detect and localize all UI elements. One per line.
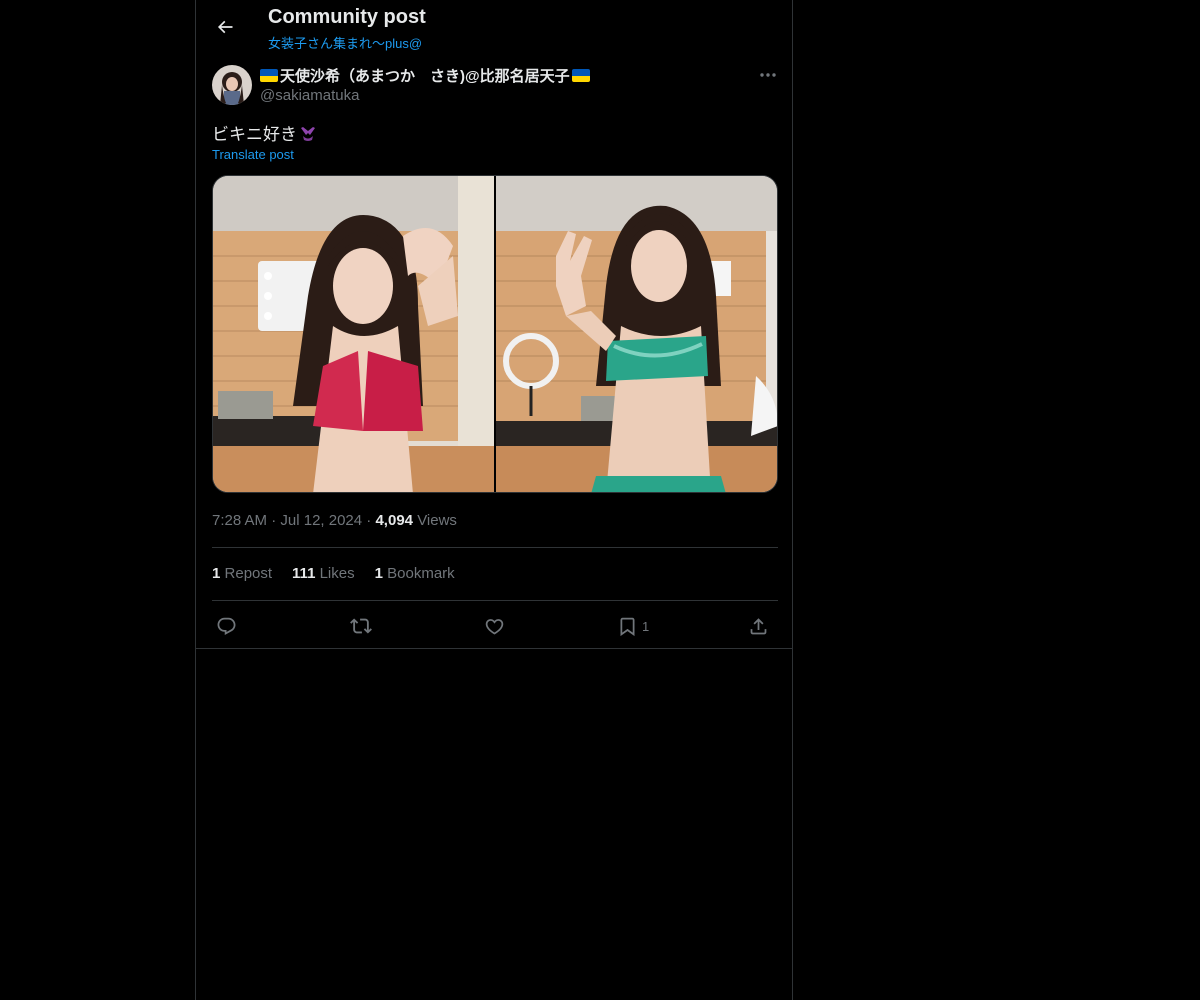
repost-button[interactable] xyxy=(350,612,372,640)
bikini-emoji-icon xyxy=(301,126,315,141)
translate-post-link[interactable]: Translate post xyxy=(212,147,294,162)
reposts-count: 1 xyxy=(212,565,221,582)
bookmarks-stat[interactable]: 1 Bookmark xyxy=(375,565,455,582)
views-label: Views xyxy=(417,512,457,529)
reposts-label: Repost xyxy=(224,565,273,582)
heart-icon xyxy=(485,618,504,635)
engagement-stats: 1 Repost 111 Likes 1 Bookmark xyxy=(212,565,455,582)
main-column: Community post 女装子さん集まれ〜plus@ 天使沙希（あまつか … xyxy=(195,0,793,1000)
action-bar: 1 xyxy=(212,612,778,640)
avatar[interactable] xyxy=(212,65,252,105)
separator: · xyxy=(366,512,372,529)
views-count: 4,094 xyxy=(375,512,414,529)
post-timestamp: 7:28 AM · Jul 12, 2024 · 4,094 Views xyxy=(212,512,457,529)
post-media xyxy=(212,175,778,493)
likes-stat[interactable]: 111 Likes xyxy=(292,565,355,582)
separator: · xyxy=(271,512,277,529)
author-handle[interactable]: @sakiamatuka xyxy=(260,87,359,104)
reply-button[interactable] xyxy=(216,612,237,640)
divider xyxy=(212,547,778,548)
bookmarks-count: 1 xyxy=(374,565,383,582)
post-text: ビキニ好き xyxy=(212,120,317,145)
post-photo-1[interactable] xyxy=(213,176,494,492)
post-text-content: ビキニ好き xyxy=(212,125,297,144)
back-button[interactable] xyxy=(208,10,242,44)
top-bar: Community post 女装子さん集まれ〜plus@ xyxy=(196,0,792,53)
divider xyxy=(196,648,792,649)
more-horizontal-icon xyxy=(760,73,776,77)
reposts-stat[interactable]: 1 Repost xyxy=(212,565,272,582)
post-photo-2[interactable] xyxy=(496,176,777,492)
post-date[interactable]: Jul 12, 2024 xyxy=(280,512,362,529)
bookmark-count: 1 xyxy=(642,618,650,634)
arrow-left-icon xyxy=(217,20,233,34)
bookmark-button[interactable]: 1 xyxy=(617,612,649,640)
repost-icon xyxy=(350,618,372,634)
likes-label: Likes xyxy=(319,565,355,582)
author-name[interactable]: 天使沙希（あまつか さき)@比那名居天子 xyxy=(260,65,590,86)
post-time[interactable]: 7:28 AM xyxy=(212,512,267,529)
like-button[interactable] xyxy=(484,612,505,640)
divider xyxy=(212,600,778,601)
bookmark-icon xyxy=(620,617,635,636)
likes-count: 111 xyxy=(292,565,316,582)
more-button[interactable] xyxy=(756,66,780,84)
reply-icon xyxy=(217,617,236,635)
author-name-text: 天使沙希（あまつか さき)@比那名居天子 xyxy=(280,68,570,85)
share-button[interactable] xyxy=(748,612,769,640)
ukraine-flag-icon xyxy=(571,69,590,82)
page-title: Community post xyxy=(268,6,426,28)
bookmarks-label: Bookmark xyxy=(387,565,455,582)
ukraine-flag-icon xyxy=(260,69,278,82)
community-name-link[interactable]: 女装子さん集まれ〜plus@ xyxy=(268,33,422,52)
share-icon xyxy=(750,617,767,634)
